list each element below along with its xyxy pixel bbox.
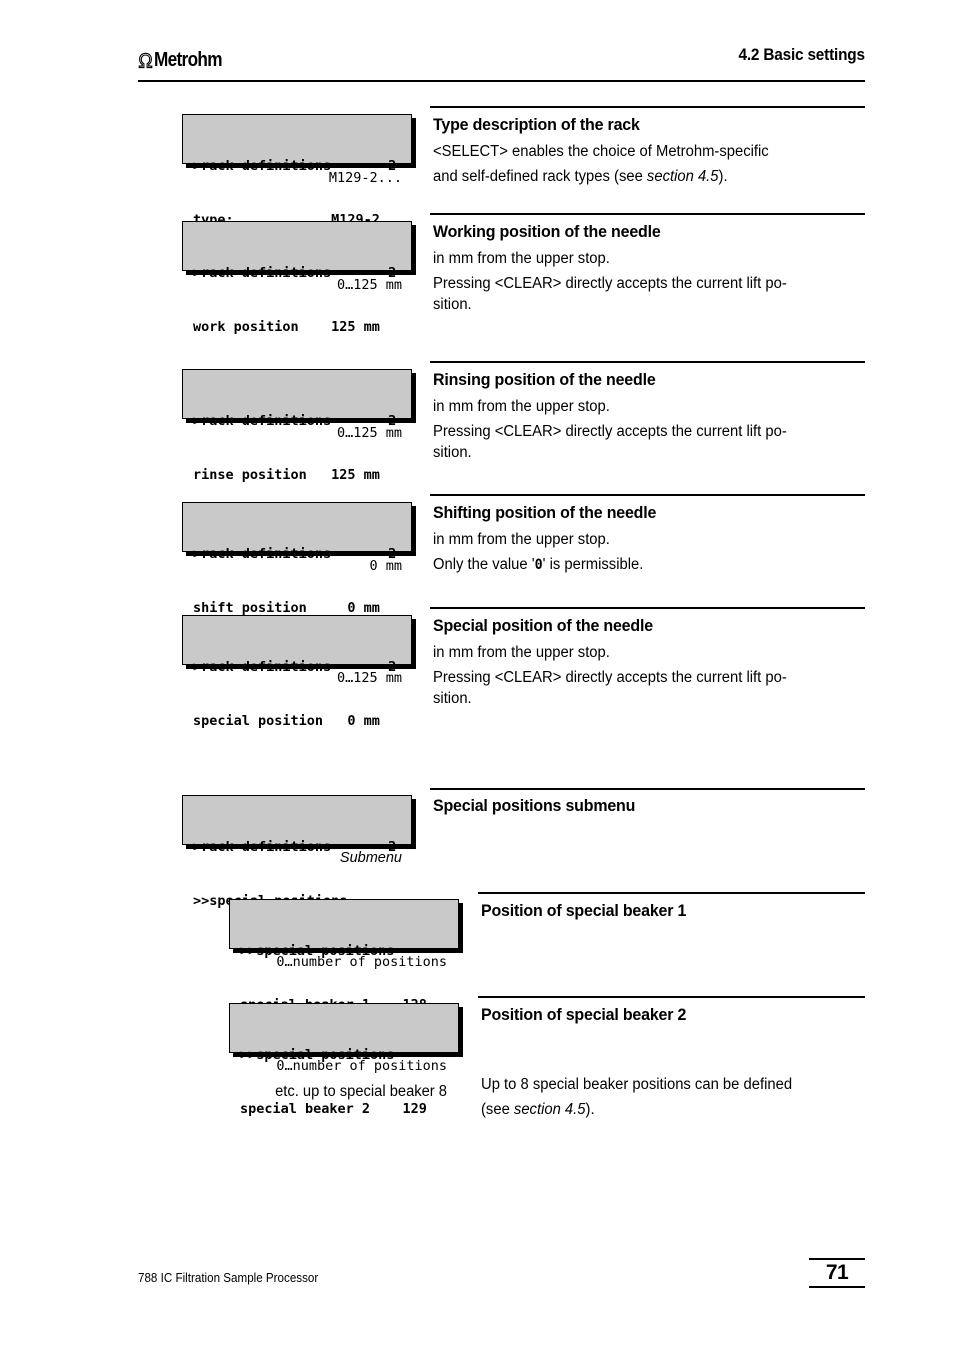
- description-heading: Special position of the needle: [433, 616, 653, 635]
- description-paragraph-3: sition.: [433, 296, 472, 313]
- lcd-line-2: work position 125 mm: [193, 319, 380, 335]
- description-work-position: Working position of the needle in mm fro…: [433, 222, 865, 315]
- description-special-beaker-limit: Up to 8 special beaker positions can be …: [481, 1074, 865, 1120]
- page-number-rule-bottom: [809, 1285, 865, 1288]
- description-paragraph-3: sition.: [433, 690, 472, 707]
- metrohm-logo: Metrohm: [138, 44, 233, 70]
- description-paragraph-2: Pressing <CLEAR> directly accepts the cu…: [433, 275, 787, 292]
- lcd-display-special-beaker-2: >>special positions special beaker 2 129: [229, 1003, 459, 1117]
- document-page: Metrohm 4.2 Basic settings >rack definit…: [0, 0, 954, 1351]
- lcd-range-caption-rack-type: M129-2...: [328, 170, 402, 186]
- description-rack-type: Type description of the rack <SELECT> en…: [433, 115, 865, 187]
- description-special-beaker-1: Position of special beaker 1: [481, 901, 865, 927]
- lcd-range-caption-shift-position: 0 mm: [369, 558, 402, 574]
- description-special-position: Special position of the needle in mm fro…: [433, 616, 865, 709]
- description-paragraph-1: in mm from the upper stop.: [433, 531, 610, 548]
- footer-document-title: 788 IC Filtration Sample Processor: [138, 1271, 319, 1285]
- description-heading: Type description of the rack: [433, 115, 640, 134]
- description-heading: Position of special beaker 2: [481, 1005, 687, 1024]
- description-paragraph-1: in mm from the upper stop.: [433, 644, 610, 661]
- desc-text-post: ).: [718, 168, 728, 185]
- header-divider: [138, 80, 865, 82]
- lcd-line-2: special position 0 mm: [193, 713, 380, 729]
- lcd-range-caption-special-beaker-1: 0…number of positions: [276, 954, 447, 970]
- lcd-range-caption-special-position: 0…125 mm: [336, 670, 402, 686]
- description-paragraph-2: and self-defined rack types (see section…: [433, 166, 846, 187]
- lcd-display-rack-type: >rack definitions 2 type: M129-2: [182, 114, 412, 228]
- section-divider-8: [478, 996, 865, 998]
- desc-text-pre: Only the value ': [433, 556, 535, 573]
- lcd-display-rinse-position: >rack definitions 2 rinse position 125 m…: [182, 369, 412, 483]
- lcd-line-2: special beaker 2 129: [240, 1101, 427, 1117]
- description-paragraph-1: in mm from the upper stop.: [433, 250, 610, 267]
- lcd-display-special-beaker-1: >>special positions special beaker 1 128: [229, 899, 459, 1013]
- description-special-beaker-2: Position of special beaker 2: [481, 1005, 865, 1031]
- lcd-display-special-position: >rack definitions 2 special position 0 m…: [182, 615, 412, 729]
- header-section-title: 4.2 Basic settings: [738, 46, 865, 64]
- lcd-range-caption-special-beaker-2: 0…number of positions: [276, 1058, 447, 1074]
- description-paragraph-1: <SELECT> enables the choice of Metrohm-s…: [433, 143, 769, 160]
- desc-text-post: ' is permissible.: [542, 556, 644, 573]
- lcd-display-work-position: >rack definitions 2 work position 125 mm: [182, 221, 412, 335]
- description-paragraph-1: Up to 8 special beaker positions can be …: [481, 1076, 793, 1093]
- section-divider-1: [430, 106, 865, 108]
- lcd-range-caption-rinse-position: 0…125 mm: [336, 425, 402, 441]
- description-heading: Position of special beaker 1: [481, 901, 687, 920]
- description-paragraph-2: (see section 4.5).: [481, 1099, 848, 1120]
- lcd-line-2: rinse position 125 mm: [193, 467, 380, 483]
- description-paragraph-3: sition.: [433, 444, 472, 461]
- description-heading: Working position of the needle: [433, 222, 661, 241]
- page-number-block: 71: [809, 1258, 865, 1288]
- description-paragraph-2: Only the value '0' is permissible.: [433, 554, 846, 576]
- desc-value-mono: 0: [534, 557, 543, 573]
- description-special-positions-submenu: Special positions submenu: [433, 796, 865, 822]
- description-heading: Rinsing position of the needle: [433, 370, 656, 389]
- desc-text-pre: (see: [481, 1101, 514, 1118]
- logo-wordmark: Metrohm: [154, 49, 222, 71]
- lcd-display-special-positions-submenu: >rack definitions 2 >>special positions: [182, 795, 412, 909]
- desc-text-pre: and self-defined rack types (see: [433, 168, 647, 185]
- page-number: 71: [825, 1260, 849, 1284]
- description-rinse-position: Rinsing position of the needle in mm fro…: [433, 370, 865, 463]
- desc-text-italic: section 4.5: [513, 1101, 586, 1118]
- page-header: Metrohm 4.2 Basic settings: [138, 44, 865, 80]
- lcd-caption-submenu: Submenu: [339, 850, 402, 866]
- section-divider-5: [430, 607, 865, 609]
- section-divider-7: [478, 892, 865, 894]
- description-paragraph-2: Pressing <CLEAR> directly accepts the cu…: [433, 423, 787, 440]
- description-paragraph-2: Pressing <CLEAR> directly accepts the cu…: [433, 669, 787, 686]
- desc-text-post: ).: [585, 1101, 595, 1118]
- section-divider-6: [430, 788, 865, 790]
- section-divider-2: [430, 213, 865, 215]
- lcd-display-shift-position: >rack definitions 2 shift position 0 mm: [182, 502, 412, 616]
- desc-text-italic: section 4.5: [646, 168, 719, 185]
- section-divider-3: [430, 361, 865, 363]
- description-shift-position: Shifting position of the needle in mm fr…: [433, 503, 865, 576]
- description-paragraph-1: in mm from the upper stop.: [433, 398, 610, 415]
- lcd-caption-etc-special-beaker-8: etc. up to special beaker 8: [275, 1083, 447, 1100]
- lcd-range-caption-work-position: 0…125 mm: [336, 277, 402, 293]
- description-heading: Shifting position of the needle: [433, 503, 657, 522]
- metrohm-omega-logo-icon: [138, 52, 153, 69]
- section-divider-4: [430, 494, 865, 496]
- description-heading: Special positions submenu: [433, 796, 636, 815]
